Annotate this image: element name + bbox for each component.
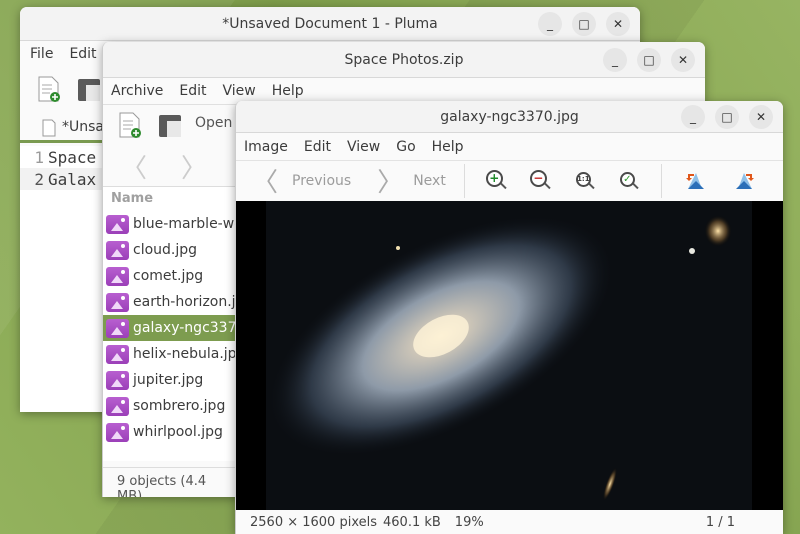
image-file-icon: [106, 266, 129, 286]
galaxy-image: [236, 201, 783, 510]
file-name: earth-horizon.jp: [133, 294, 245, 310]
toolbar-separator: [660, 163, 662, 198]
previous-label: Previous: [292, 172, 352, 189]
minimize-button[interactable]: _: [681, 104, 705, 129]
file-row[interactable]: galaxy-ngc3370.: [103, 315, 250, 341]
image-filesize: 460.1 kB: [383, 514, 441, 530]
pluma-title: *Unsaved Document 1 - Pluma: [222, 15, 438, 32]
line-text: Galax: [48, 169, 97, 189]
menu-go[interactable]: Go: [388, 139, 423, 155]
file-name: helix-nebula.jpg: [133, 346, 246, 362]
file-row[interactable]: whirlpool.jpg: [103, 419, 243, 445]
file-name: comet.jpg: [133, 268, 204, 284]
minimize-button[interactable]: _: [603, 47, 627, 72]
archive-titlebar[interactable]: Space Photos.zip _ □ ✕: [103, 42, 705, 78]
viewer-titlebar[interactable]: galaxy-ngc3370.jpg _ □ ✕: [236, 101, 783, 133]
image-canvas[interactable]: [236, 201, 783, 510]
document-icon: [42, 119, 56, 137]
chevron-right-icon: 〉: [377, 168, 404, 198]
toolbar-separator: [463, 163, 465, 198]
forward-button[interactable]: 〉: [181, 148, 207, 185]
image-file-icon: [106, 240, 129, 260]
previous-button[interactable]: 〈 Previous: [252, 162, 351, 199]
file-row[interactable]: blue-marble-we: [103, 211, 243, 237]
archive-menubar: Archive Edit View Help: [103, 79, 705, 103]
archive-title: Space Photos.zip: [344, 51, 464, 68]
file-row[interactable]: helix-nebula.jpg: [103, 341, 246, 367]
image-viewer-window: galaxy-ngc3370.jpg _ □ ✕ Image Edit View…: [235, 101, 783, 534]
file-name: galaxy-ngc3370.: [133, 320, 250, 336]
maximize-button[interactable]: □: [637, 47, 661, 72]
new-document-icon[interactable]: [36, 75, 62, 103]
image-dimensions: 2560 × 1600 pixels: [250, 514, 377, 530]
menu-archive[interactable]: Archive: [103, 83, 171, 99]
open-folder-icon[interactable]: [76, 75, 102, 103]
archive-status: 9 objects (4.4 MB): [103, 467, 243, 497]
normal-size-icon[interactable]: 1:1: [574, 170, 596, 192]
image-file-icon: [106, 318, 129, 338]
menu-image[interactable]: Image: [236, 139, 296, 155]
rotate-right-icon[interactable]: [732, 169, 756, 193]
pluma-titlebar[interactable]: *Unsaved Document 1 - Pluma _ □ ✕: [20, 7, 640, 41]
menu-file[interactable]: File: [22, 46, 61, 62]
minimize-button[interactable]: _: [538, 11, 562, 36]
viewer-title: galaxy-ngc3370.jpg: [440, 108, 579, 125]
menu-help[interactable]: Help: [424, 139, 472, 155]
viewer-menubar: Image Edit View Go Help: [236, 135, 783, 159]
menu-help[interactable]: Help: [264, 83, 312, 99]
menu-edit[interactable]: Edit: [296, 139, 339, 155]
open-folder-icon[interactable]: [157, 111, 183, 139]
zoom-in-icon[interactable]: +: [485, 169, 508, 192]
zoom-level: 19%: [454, 514, 484, 530]
image-file-icon: [106, 396, 129, 416]
file-name: jupiter.jpg: [133, 372, 204, 388]
close-button[interactable]: ✕: [606, 11, 630, 36]
new-archive-icon[interactable]: [117, 111, 143, 139]
line-text: Space: [48, 147, 97, 167]
open-button[interactable]: Open: [195, 115, 232, 131]
file-row[interactable]: comet.jpg: [103, 263, 243, 289]
file-name: whirlpool.jpg: [133, 424, 223, 440]
file-row[interactable]: cloud.jpg: [103, 237, 243, 263]
menu-edit[interactable]: Edit: [61, 46, 104, 62]
zoom-out-icon[interactable]: −: [529, 169, 552, 192]
image-file-icon: [106, 422, 129, 442]
viewer-toolbar: 〈 Previous 〉 Next + − 1:1 ✓: [236, 160, 783, 200]
image-file-icon: [106, 344, 129, 364]
file-row[interactable]: earth-horizon.jp: [103, 289, 245, 315]
close-button[interactable]: ✕: [671, 47, 695, 72]
next-button[interactable]: 〉 Next: [377, 162, 446, 199]
menu-view[interactable]: View: [215, 83, 264, 99]
file-name: blue-marble-we: [133, 216, 243, 232]
file-row[interactable]: jupiter.jpg: [103, 367, 243, 393]
file-name: cloud.jpg: [133, 242, 198, 258]
menu-view[interactable]: View: [339, 139, 388, 155]
maximize-button[interactable]: □: [572, 11, 596, 36]
column-header-name[interactable]: Name: [103, 187, 243, 211]
file-list: Name blue-marble-we cloud.jpg comet.jpg ear…: [103, 186, 250, 461]
image-file-icon: [106, 214, 129, 234]
image-position: 1 / 1: [705, 514, 735, 530]
tab-label: *Unsa: [62, 119, 104, 135]
line-number: 1: [34, 147, 44, 167]
image-file-icon: [106, 370, 129, 390]
back-button[interactable]: 〈: [121, 148, 147, 185]
viewer-status: 2560 × 1600 pixels 460.1 kB 19% 1 / 1: [236, 510, 783, 534]
file-name: sombrero.jpg: [133, 398, 226, 414]
rotate-left-icon[interactable]: [684, 169, 708, 193]
line-number: 2: [34, 169, 44, 189]
image-file-icon: [106, 292, 129, 312]
file-row[interactable]: sombrero.jpg: [103, 393, 243, 419]
maximize-button[interactable]: □: [715, 104, 739, 129]
best-fit-icon[interactable]: ✓: [618, 170, 640, 192]
close-button[interactable]: ✕: [749, 104, 773, 129]
menu-edit[interactable]: Edit: [171, 83, 214, 99]
next-label: Next: [413, 172, 446, 189]
chevron-left-icon: 〈: [252, 168, 279, 198]
